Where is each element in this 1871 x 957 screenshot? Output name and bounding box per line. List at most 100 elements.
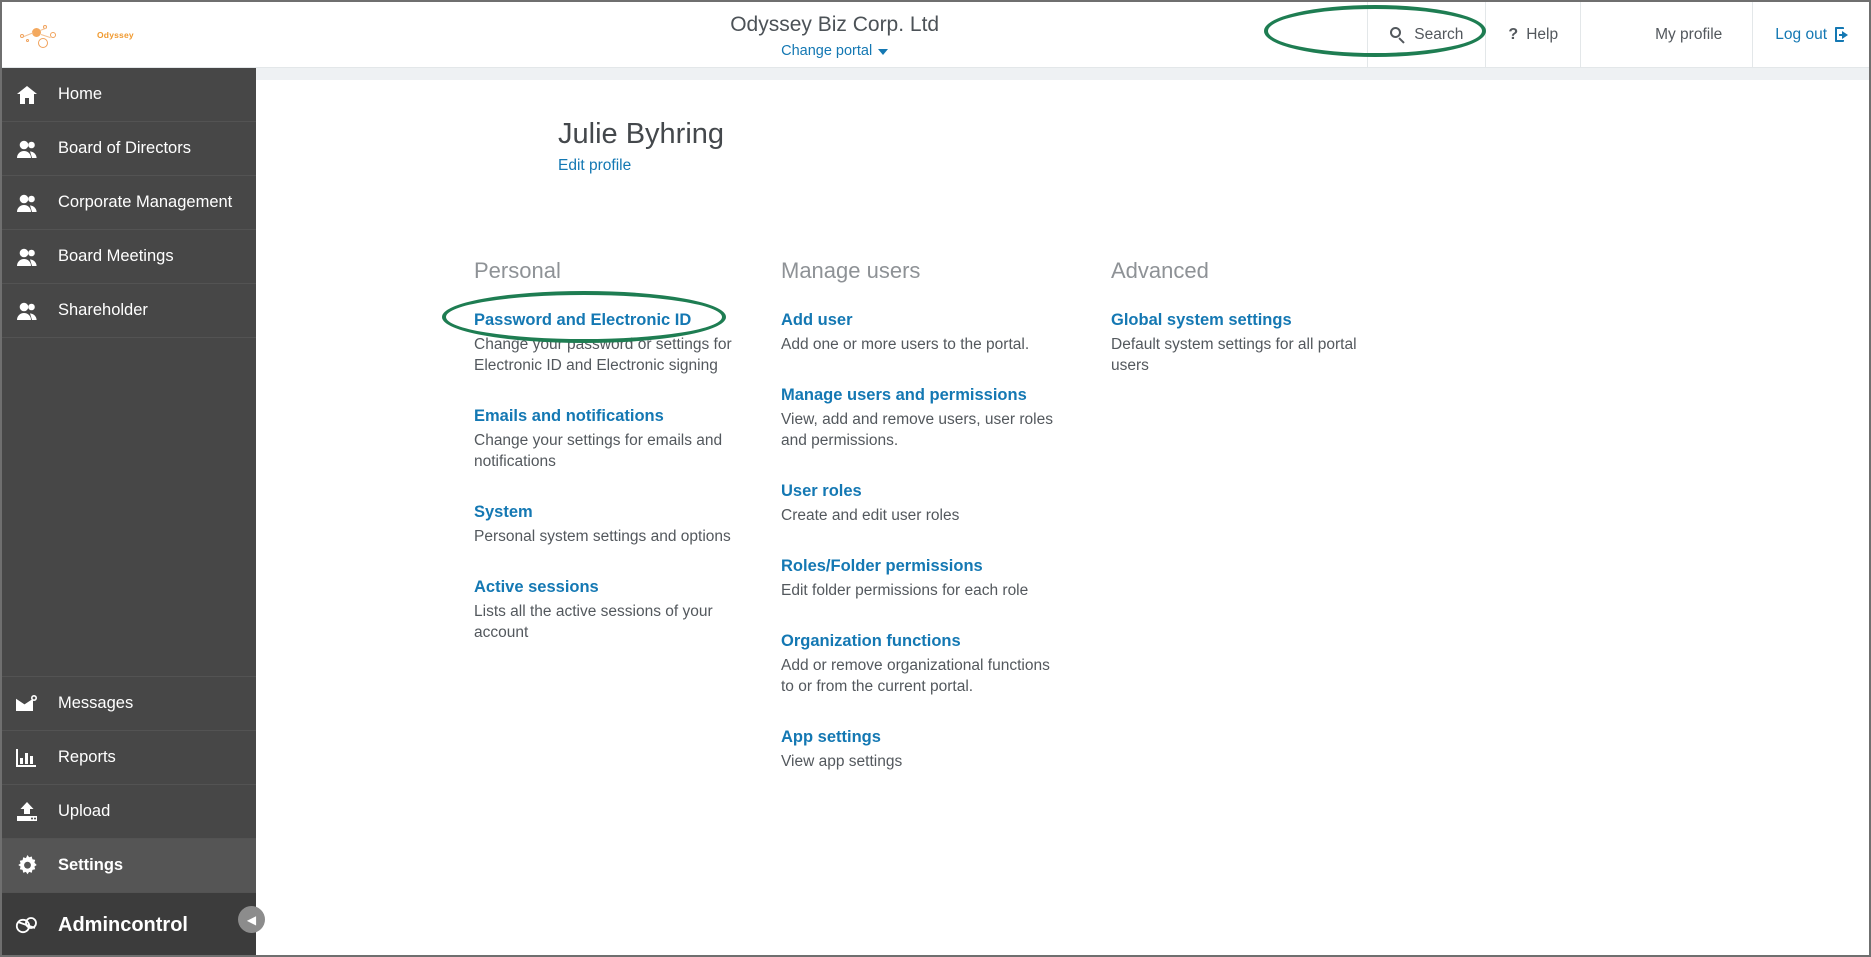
settings-columns: Personal Password and Electronic ID Chan…: [474, 258, 1418, 802]
settings-link[interactable]: Add user: [781, 310, 853, 331]
sidebar-collapse-toggle[interactable]: ◀: [238, 906, 265, 933]
sidebar-item-label: Home: [58, 85, 103, 103]
caret-down-icon: [878, 49, 889, 55]
my-profile-button[interactable]: My profile: [1580, 2, 1752, 67]
sidebar-item-board-of-directors[interactable]: Board of Directors: [2, 122, 256, 176]
column-title: Manage users: [781, 258, 921, 283]
settings-column-manage-users: Manage users Add user Add one or more us…: [781, 258, 1111, 802]
top-header-bar: Odyssey Odyssey Biz Corp. Ltd Change por…: [2, 2, 1869, 68]
settings-entry-emails-and-notifications: Emails and notifications Change your set…: [474, 406, 781, 472]
sidebar-item-label: Shareholder: [58, 301, 148, 319]
settings-desc: View app settings: [781, 753, 903, 770]
portal-title-block: Odyssey Biz Corp. Ltd Change portal: [302, 2, 1367, 67]
main-content: Julie Byhring Edit profile Personal Pass…: [256, 68, 1869, 955]
change-portal-label: Change portal: [781, 43, 873, 59]
content-top-strip: [256, 68, 1869, 80]
settings-desc: Change your settings for emails and noti…: [474, 432, 723, 470]
sidebar-item-upload[interactable]: Upload: [2, 785, 256, 839]
settings-link[interactable]: Global system settings: [1111, 310, 1292, 331]
settings-desc: Personal system settings and options: [474, 528, 731, 545]
settings-entry-app-settings: App settings View app settings: [781, 727, 1111, 772]
molecule-network-icon: [16, 20, 96, 50]
settings-entry-add-user: Add user Add one or more users to the po…: [781, 310, 1111, 355]
chevron-left-icon: ◀: [246, 912, 257, 927]
settings-link[interactable]: Password and Electronic ID: [474, 310, 691, 331]
settings-entry-user-roles: User roles Create and edit user roles: [781, 481, 1111, 526]
settings-desc: Default system settings for all portal u…: [1111, 336, 1357, 374]
avatar: [1607, 14, 1647, 55]
settings-entry-active-sessions: Active sessions Lists all the active ses…: [474, 577, 781, 643]
settings-entry-organization-functions: Organization functions Add or remove org…: [781, 631, 1111, 697]
settings-desc: View, add and remove users, user roles a…: [781, 411, 1053, 449]
log-out-button[interactable]: Log out: [1752, 2, 1869, 67]
settings-entry-global-system-settings: Global system settings Default system se…: [1111, 310, 1418, 376]
settings-link[interactable]: Roles/Folder permissions: [781, 556, 983, 577]
sidebar-item-messages[interactable]: Messages: [2, 677, 256, 731]
search-button[interactable]: Search: [1367, 2, 1485, 67]
sidebar-item-label: Messages: [58, 694, 134, 712]
settings-desc: Lists all the active sessions of your ac…: [474, 603, 713, 641]
profile-name-block: Julie Byhring Edit profile: [558, 117, 724, 175]
sidebar-item-label: Reports: [58, 748, 116, 766]
settings-link[interactable]: App settings: [781, 727, 881, 748]
settings-link[interactable]: Manage users and permissions: [781, 385, 1027, 406]
sidebar-item-shareholder[interactable]: Shareholder: [2, 284, 256, 338]
sidebar-item-board-meetings[interactable]: Board Meetings: [2, 230, 256, 284]
help-button[interactable]: ? Help: [1485, 2, 1580, 67]
sidebar-item-label: Board of Directors: [58, 139, 191, 157]
column-title: Advanced: [1111, 258, 1209, 283]
settings-link[interactable]: System: [474, 502, 533, 523]
sidebar-spacer: [2, 338, 256, 677]
sidebar-item-home[interactable]: Home: [2, 68, 256, 122]
settings-desc: Change your password or settings for Ele…: [474, 336, 732, 374]
settings-entry-roles-folder-permissions: Roles/Folder permissions Edit folder per…: [781, 556, 1111, 601]
settings-entry-password-and-electronic-id: Password and Electronic ID Change your p…: [474, 310, 781, 376]
upload-arrow-icon: [14, 802, 40, 821]
settings-entry-manage-users-and-permissions: Manage users and permissions View, add a…: [781, 385, 1111, 451]
sidebar-item-label: Upload: [58, 802, 111, 820]
users-icon: [14, 248, 40, 266]
logout-arrow-icon: [1835, 27, 1851, 42]
users-icon: [14, 302, 40, 320]
house-icon: [14, 85, 40, 104]
sidebar-item-settings[interactable]: Settings: [2, 839, 256, 893]
brand-name: Odyssey: [97, 29, 134, 40]
users-icon: [14, 194, 40, 212]
settings-column-personal: Personal Password and Electronic ID Chan…: [474, 258, 781, 802]
envelope-icon: [14, 694, 40, 713]
settings-desc: Add or remove organizational functions t…: [781, 657, 1050, 695]
settings-link[interactable]: Emails and notifications: [474, 406, 664, 427]
settings-link[interactable]: User roles: [781, 481, 862, 502]
help-label: Help: [1526, 25, 1559, 43]
column-title: Personal: [474, 258, 561, 283]
search-icon: [1390, 26, 1406, 44]
avatar: [474, 117, 532, 175]
sidebar-item-reports[interactable]: Reports: [2, 731, 256, 785]
sidebar: Home Board of Directors Corporate Manage…: [2, 68, 256, 955]
users-icon: [14, 140, 40, 158]
settings-desc: Create and edit user roles: [781, 507, 960, 524]
gear-icon: [14, 855, 40, 876]
settings-desc: Add one or more users to the portal.: [781, 336, 1030, 353]
sidebar-item-label: Admincontrol: [58, 913, 188, 936]
top-nav: Search ? Help My profile Log out: [1367, 2, 1869, 67]
settings-desc: Edit folder permissions for each role: [781, 582, 1029, 599]
edit-profile-link[interactable]: Edit profile: [558, 157, 631, 175]
page-title: Julie Byhring: [558, 118, 725, 150]
settings-link[interactable]: Organization functions: [781, 631, 961, 652]
app-window: Odyssey Odyssey Biz Corp. Ltd Change por…: [0, 0, 1871, 957]
sidebar-item-admincontrol[interactable]: Admincontrol: [2, 893, 256, 955]
search-label: Search: [1414, 25, 1464, 43]
settings-entry-system: System Personal system settings and opti…: [474, 502, 781, 547]
question-mark-icon: ?: [1508, 25, 1519, 43]
brand-logo-area[interactable]: Odyssey: [2, 2, 302, 67]
my-profile-label: My profile: [1655, 25, 1723, 43]
bar-chart-icon: [14, 748, 40, 767]
admincontrol-logo-icon: [14, 915, 40, 935]
change-portal-button[interactable]: Change portal: [781, 43, 889, 59]
sidebar-item-label: Corporate Management: [58, 193, 233, 211]
log-out-label: Log out: [1775, 25, 1827, 43]
sidebar-item-corporate-management[interactable]: Corporate Management: [2, 176, 256, 230]
sidebar-item-label: Board Meetings: [58, 247, 174, 265]
settings-link[interactable]: Active sessions: [474, 577, 599, 598]
